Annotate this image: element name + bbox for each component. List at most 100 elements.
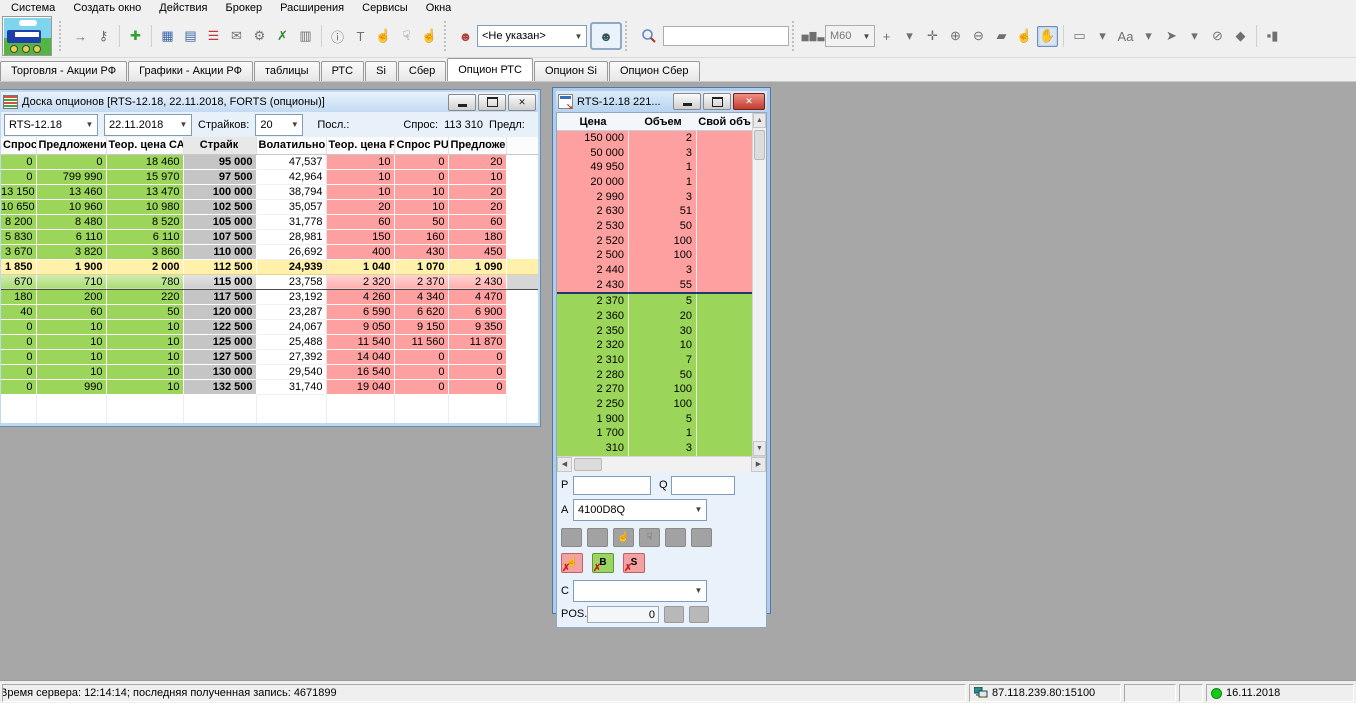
- quote-cell[interactable]: 9 350: [448, 319, 507, 335]
- volume-cell[interactable]: 20: [629, 309, 697, 324]
- quote-cell[interactable]: 0: [1, 349, 37, 365]
- hand-small-icon[interactable]: ☝: [419, 26, 440, 47]
- tab-Si[interactable]: Si: [365, 61, 397, 81]
- quote-cell[interactable]: 1 850: [1, 259, 37, 275]
- column-header[interactable]: Объем: [629, 116, 697, 128]
- tab-Опцион Сбер[interactable]: Опцион Сбер: [608, 61, 700, 81]
- own-volume-cell[interactable]: [697, 353, 752, 368]
- info-balloon-icon[interactable]: ⓘ: [327, 26, 348, 47]
- quote-cell[interactable]: 2 430: [448, 273, 507, 290]
- volume-cell[interactable]: 10: [629, 338, 697, 354]
- menu-item-Сервисы[interactable]: Сервисы: [353, 1, 417, 15]
- column-header[interactable]: Спрос: [1, 137, 37, 155]
- volume-cell[interactable]: 3: [629, 441, 697, 456]
- price-cell[interactable]: 2 280: [557, 367, 629, 383]
- volume-cell[interactable]: 50: [629, 367, 697, 383]
- quote-cell[interactable]: 10: [36, 334, 107, 350]
- price-cell[interactable]: 2 270: [557, 382, 629, 398]
- volume-cell[interactable]: 100: [629, 382, 697, 398]
- cancel-buy-orders-button[interactable]: B: [592, 552, 614, 574]
- price-cell[interactable]: 2 530: [557, 219, 629, 234]
- scroll-left-icon[interactable]: ◀: [557, 456, 572, 472]
- quote-cell[interactable]: 799 990: [36, 169, 107, 185]
- vertical-scrollbar[interactable]: ▲ ▼: [752, 113, 766, 456]
- quote-cell[interactable]: 60: [326, 214, 395, 230]
- quote-cell[interactable]: 0: [394, 349, 449, 365]
- price-cell[interactable]: 2 370: [557, 294, 629, 310]
- quote-cell[interactable]: 19 040: [326, 379, 395, 395]
- quote-cell[interactable]: 18 460: [106, 154, 184, 170]
- client-remove-icon[interactable]: ☻: [455, 26, 476, 47]
- settings-icon[interactable]: ⚙: [249, 26, 270, 47]
- text-tool-icon[interactable]: Aa: [1115, 26, 1136, 47]
- add-dropdown-icon[interactable]: ▾: [899, 26, 920, 47]
- own-volume-cell[interactable]: [697, 397, 752, 412]
- volume-cell[interactable]: 1: [629, 175, 697, 190]
- quote-cell[interactable]: 1 090: [448, 259, 507, 275]
- hand-disabled-icon[interactable]: ☟: [396, 26, 417, 47]
- expiry-date-dropdown[interactable]: 22.11.2018 ▼: [104, 113, 192, 136]
- quote-cell[interactable]: 16 540: [326, 364, 395, 380]
- volume-cell[interactable]: 100: [629, 397, 697, 412]
- price-cell[interactable]: 2 360: [557, 309, 629, 324]
- column-header[interactable]: Цена: [557, 116, 629, 128]
- toolbar-grip[interactable]: [792, 21, 799, 51]
- own-volume-cell[interactable]: [697, 441, 752, 456]
- quote-cell[interactable]: 13 470: [106, 184, 184, 200]
- quote-cell[interactable]: 3 860: [106, 244, 184, 260]
- quote-cell[interactable]: 10: [106, 334, 184, 350]
- quote-cell[interactable]: 990: [36, 379, 107, 395]
- quote-cell[interactable]: 13 460: [36, 184, 107, 200]
- quote-cell[interactable]: 1 070: [394, 259, 449, 275]
- options-board-titlebar[interactable]: Доска опционов [RTS-12.18, 22.11.2018, F…: [1, 92, 538, 112]
- chart-window-icon[interactable]: ▦: [157, 26, 178, 47]
- quote-cell[interactable]: 20: [448, 199, 507, 215]
- quote-cell[interactable]: 8 200: [1, 214, 37, 230]
- quote-cell[interactable]: 3 670: [1, 244, 37, 260]
- own-volume-cell[interactable]: [697, 277, 752, 293]
- quote-cell[interactable]: 20: [448, 184, 507, 200]
- tab-таблицы[interactable]: таблицы: [253, 61, 320, 81]
- scroll-right-icon[interactable]: ▶: [751, 456, 766, 472]
- quote-cell[interactable]: 15 970: [106, 169, 184, 185]
- own-volume-cell[interactable]: [697, 367, 752, 383]
- quote-cell[interactable]: 10: [106, 364, 184, 380]
- quote-cell[interactable]: 10: [106, 379, 184, 395]
- quote-cell[interactable]: 0: [448, 349, 507, 365]
- quote-cell[interactable]: 0: [1, 154, 37, 170]
- quote-cell[interactable]: 0: [1, 169, 37, 185]
- quote-cell[interactable]: 430: [394, 244, 449, 260]
- client-code-dropdown[interactable]: ▼: [573, 579, 707, 602]
- toolbar-grip[interactable]: [625, 21, 632, 51]
- quote-cell[interactable]: 11 560: [394, 334, 449, 350]
- draw-dropdown-icon[interactable]: ▾: [1184, 26, 1205, 47]
- interval-dropdown[interactable]: M60 ▼: [825, 25, 875, 47]
- quote-cell[interactable]: 150: [326, 229, 395, 245]
- excel-export-icon[interactable]: ✗: [272, 26, 293, 47]
- quote-cell[interactable]: 10: [106, 319, 184, 335]
- column-header[interactable]: Предложе: [448, 137, 507, 155]
- column-header[interactable]: Свой объ: [697, 116, 752, 128]
- instrument-dropdown[interactable]: RTS-12.18 ▼: [4, 113, 98, 136]
- quote-cell[interactable]: 10: [448, 169, 507, 185]
- own-volume-cell[interactable]: [697, 175, 752, 190]
- own-volume-cell[interactable]: [697, 323, 752, 339]
- volume-cell[interactable]: 3: [629, 189, 697, 205]
- client-select-button[interactable]: ☻: [590, 22, 622, 50]
- quote-cell[interactable]: 670: [1, 273, 37, 290]
- price-cell[interactable]: 310: [557, 441, 629, 456]
- quote-cell[interactable]: 0: [394, 169, 449, 185]
- volume-cell[interactable]: 1: [629, 160, 697, 176]
- tab-Сбер[interactable]: Сбер: [397, 61, 447, 81]
- text-dropdown-icon[interactable]: ▾: [1138, 26, 1159, 47]
- quote-cell[interactable]: 4 260: [326, 289, 395, 305]
- region-select-icon[interactable]: ▭: [1069, 26, 1090, 47]
- pointer-hand-icon[interactable]: ☝: [373, 26, 394, 47]
- column-header[interactable]: Спрос PU: [394, 137, 449, 155]
- position-button-2[interactable]: [689, 605, 709, 623]
- column-header[interactable]: Волатильно: [256, 137, 327, 155]
- zoom-in-icon[interactable]: ⊕: [945, 26, 966, 47]
- quote-cell[interactable]: 13 150: [1, 184, 37, 200]
- quote-cell[interactable]: 10: [326, 154, 395, 170]
- quote-cell[interactable]: 1 900: [36, 259, 107, 275]
